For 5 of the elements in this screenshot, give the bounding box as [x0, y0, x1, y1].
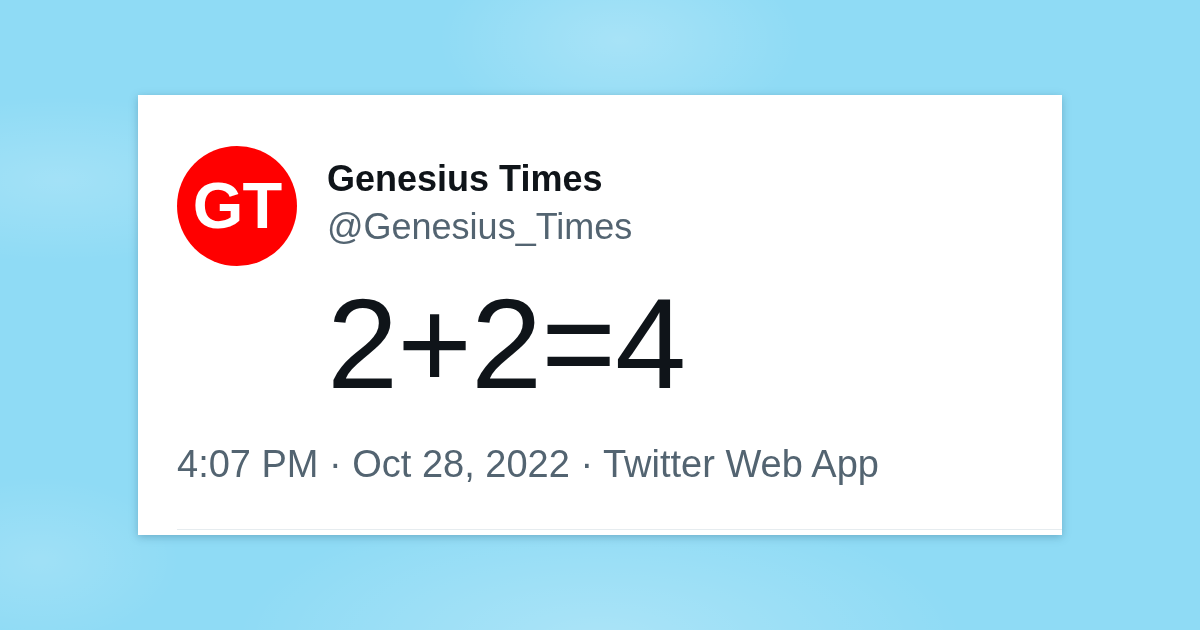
avatar-logo: GT — [177, 146, 297, 266]
author-name: Genesius Times — [327, 158, 603, 200]
tweet-text: 2+2=4 — [327, 280, 686, 408]
tweet-timestamp: 4:07 PM · Oct 28, 2022 · Twitter Web App — [177, 442, 879, 486]
author-handle: @Genesius_Times — [327, 206, 633, 248]
